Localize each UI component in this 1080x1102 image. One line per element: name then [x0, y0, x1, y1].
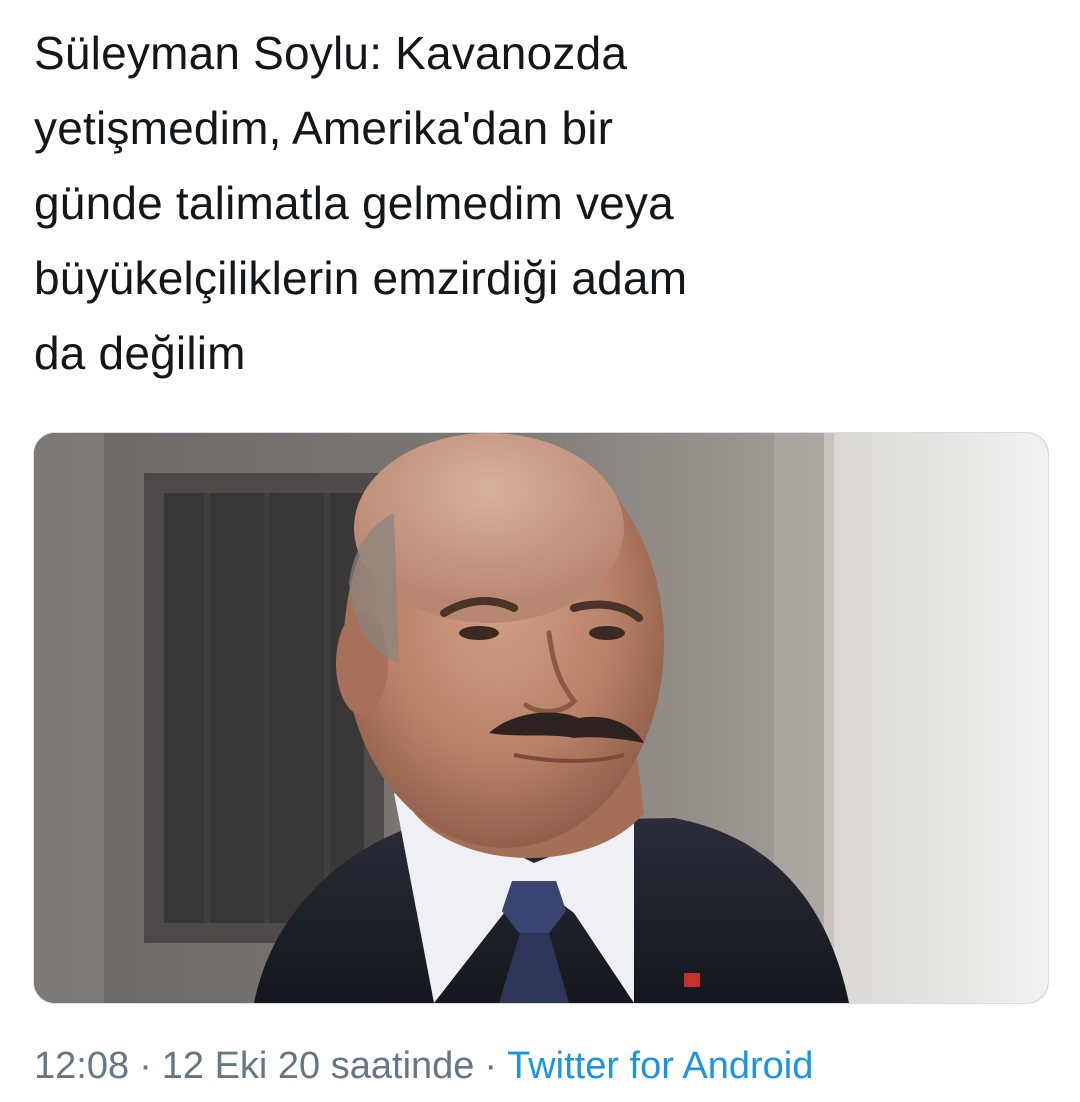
tweet-photo[interactable] — [33, 432, 1049, 1004]
tweet-text: Süleyman Soylu: Kavanozda yetişmedim, Am… — [34, 27, 688, 379]
photo-of-man-in-suit-icon — [34, 433, 1048, 1003]
meta-separator: · — [484, 1045, 498, 1087]
tweet-meta: 12:08 · 12 Eki 20 saatinde · Twitter for And… — [34, 1036, 813, 1096]
tweet-date[interactable]: 12 Eki 20 saatinde — [162, 1045, 475, 1087]
tweet-source-link[interactable]: Twitter for Android — [507, 1045, 813, 1087]
meta-separator: · — [139, 1045, 152, 1087]
tweet-time[interactable]: 12:08 — [34, 1045, 129, 1087]
